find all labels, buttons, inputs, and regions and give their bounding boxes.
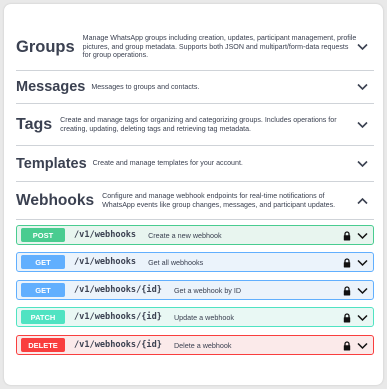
section-title: Webhooks: [16, 191, 95, 209]
operation-summary: Create a new webhook: [148, 230, 222, 240]
chevron-down-icon[interactable]: [357, 342, 368, 350]
tag-section-webhooks[interactable]: Webhooks Configure and manage webhook en…: [16, 182, 374, 220]
operation-summary: Get a webhook by ID: [173, 285, 242, 295]
section-title: Templates: [16, 155, 87, 172]
chevron-down-icon[interactable]: [357, 121, 368, 129]
lock-icon[interactable]: [343, 231, 351, 241]
section-description: Messages to groups and contacts.: [91, 82, 200, 91]
operation-delete-webhook[interactable]: DELETE /v1/webhooks/{id} Delete a webhoo…: [16, 335, 374, 355]
method-badge: GET: [21, 255, 65, 269]
api-docs-panel: Groups Manage WhatsApp groups including …: [4, 4, 383, 385]
operation-path: /v1/webhooks: [74, 257, 137, 267]
section-title: Groups: [16, 37, 75, 56]
lock-icon[interactable]: [343, 258, 351, 268]
operation-patch-webhook[interactable]: PATCH /v1/webhooks/{id} Update a webhook: [16, 307, 374, 327]
section-description: Manage WhatsApp groups including creatio…: [82, 34, 357, 60]
tag-section-tags[interactable]: Tags Create and manage tags for organizi…: [16, 104, 374, 146]
chevron-up-icon[interactable]: [357, 197, 368, 205]
operation-path: /v1/webhooks/{id}: [74, 340, 162, 350]
chevron-down-icon[interactable]: [357, 232, 368, 240]
lock-icon[interactable]: [343, 341, 351, 351]
chevron-down-icon[interactable]: [357, 43, 368, 51]
chevron-down-icon[interactable]: [357, 83, 368, 91]
chevron-down-icon[interactable]: [357, 287, 368, 295]
tag-section-messages[interactable]: Messages Messages to groups and contacts…: [16, 71, 374, 104]
chevron-down-icon[interactable]: [357, 160, 368, 168]
section-description: Create and manage templates for your acc…: [92, 159, 243, 168]
operation-path: /v1/webhooks: [74, 230, 137, 240]
operation-path: /v1/webhooks/{id}: [74, 312, 162, 322]
operation-get-webhooks[interactable]: GET /v1/webhooks Get all webhooks: [16, 252, 374, 272]
lock-icon[interactable]: [343, 286, 351, 296]
operation-path: /v1/webhooks/{id}: [74, 285, 162, 295]
chevron-down-icon[interactable]: [357, 314, 368, 322]
section-description: Create and manage tags for organizing an…: [60, 115, 337, 133]
operation-summary: Delete a webhook: [173, 340, 232, 350]
tag-section-groups[interactable]: Groups Manage WhatsApp groups including …: [16, 24, 374, 71]
chevron-down-icon[interactable]: [357, 259, 368, 267]
method-badge: PATCH: [21, 310, 65, 324]
operation-get-webhook-by-id[interactable]: GET /v1/webhooks/{id} Get a webhook by I…: [16, 280, 374, 300]
lock-icon[interactable]: [343, 313, 351, 323]
section-description: Configure and manage webhook endpoints f…: [102, 191, 336, 209]
method-badge: DELETE: [21, 338, 65, 352]
operation-post-webhooks[interactable]: POST /v1/webhooks Create a new webhook: [16, 225, 374, 245]
operation-summary: Update a webhook: [173, 312, 234, 322]
operation-summary: Get all webhooks: [148, 257, 204, 267]
tag-section-templates[interactable]: Templates Create and manage templates fo…: [16, 146, 374, 182]
method-badge: GET: [21, 283, 65, 297]
method-badge: POST: [21, 228, 65, 242]
section-title: Messages: [16, 79, 86, 95]
section-title: Tags: [16, 115, 53, 133]
